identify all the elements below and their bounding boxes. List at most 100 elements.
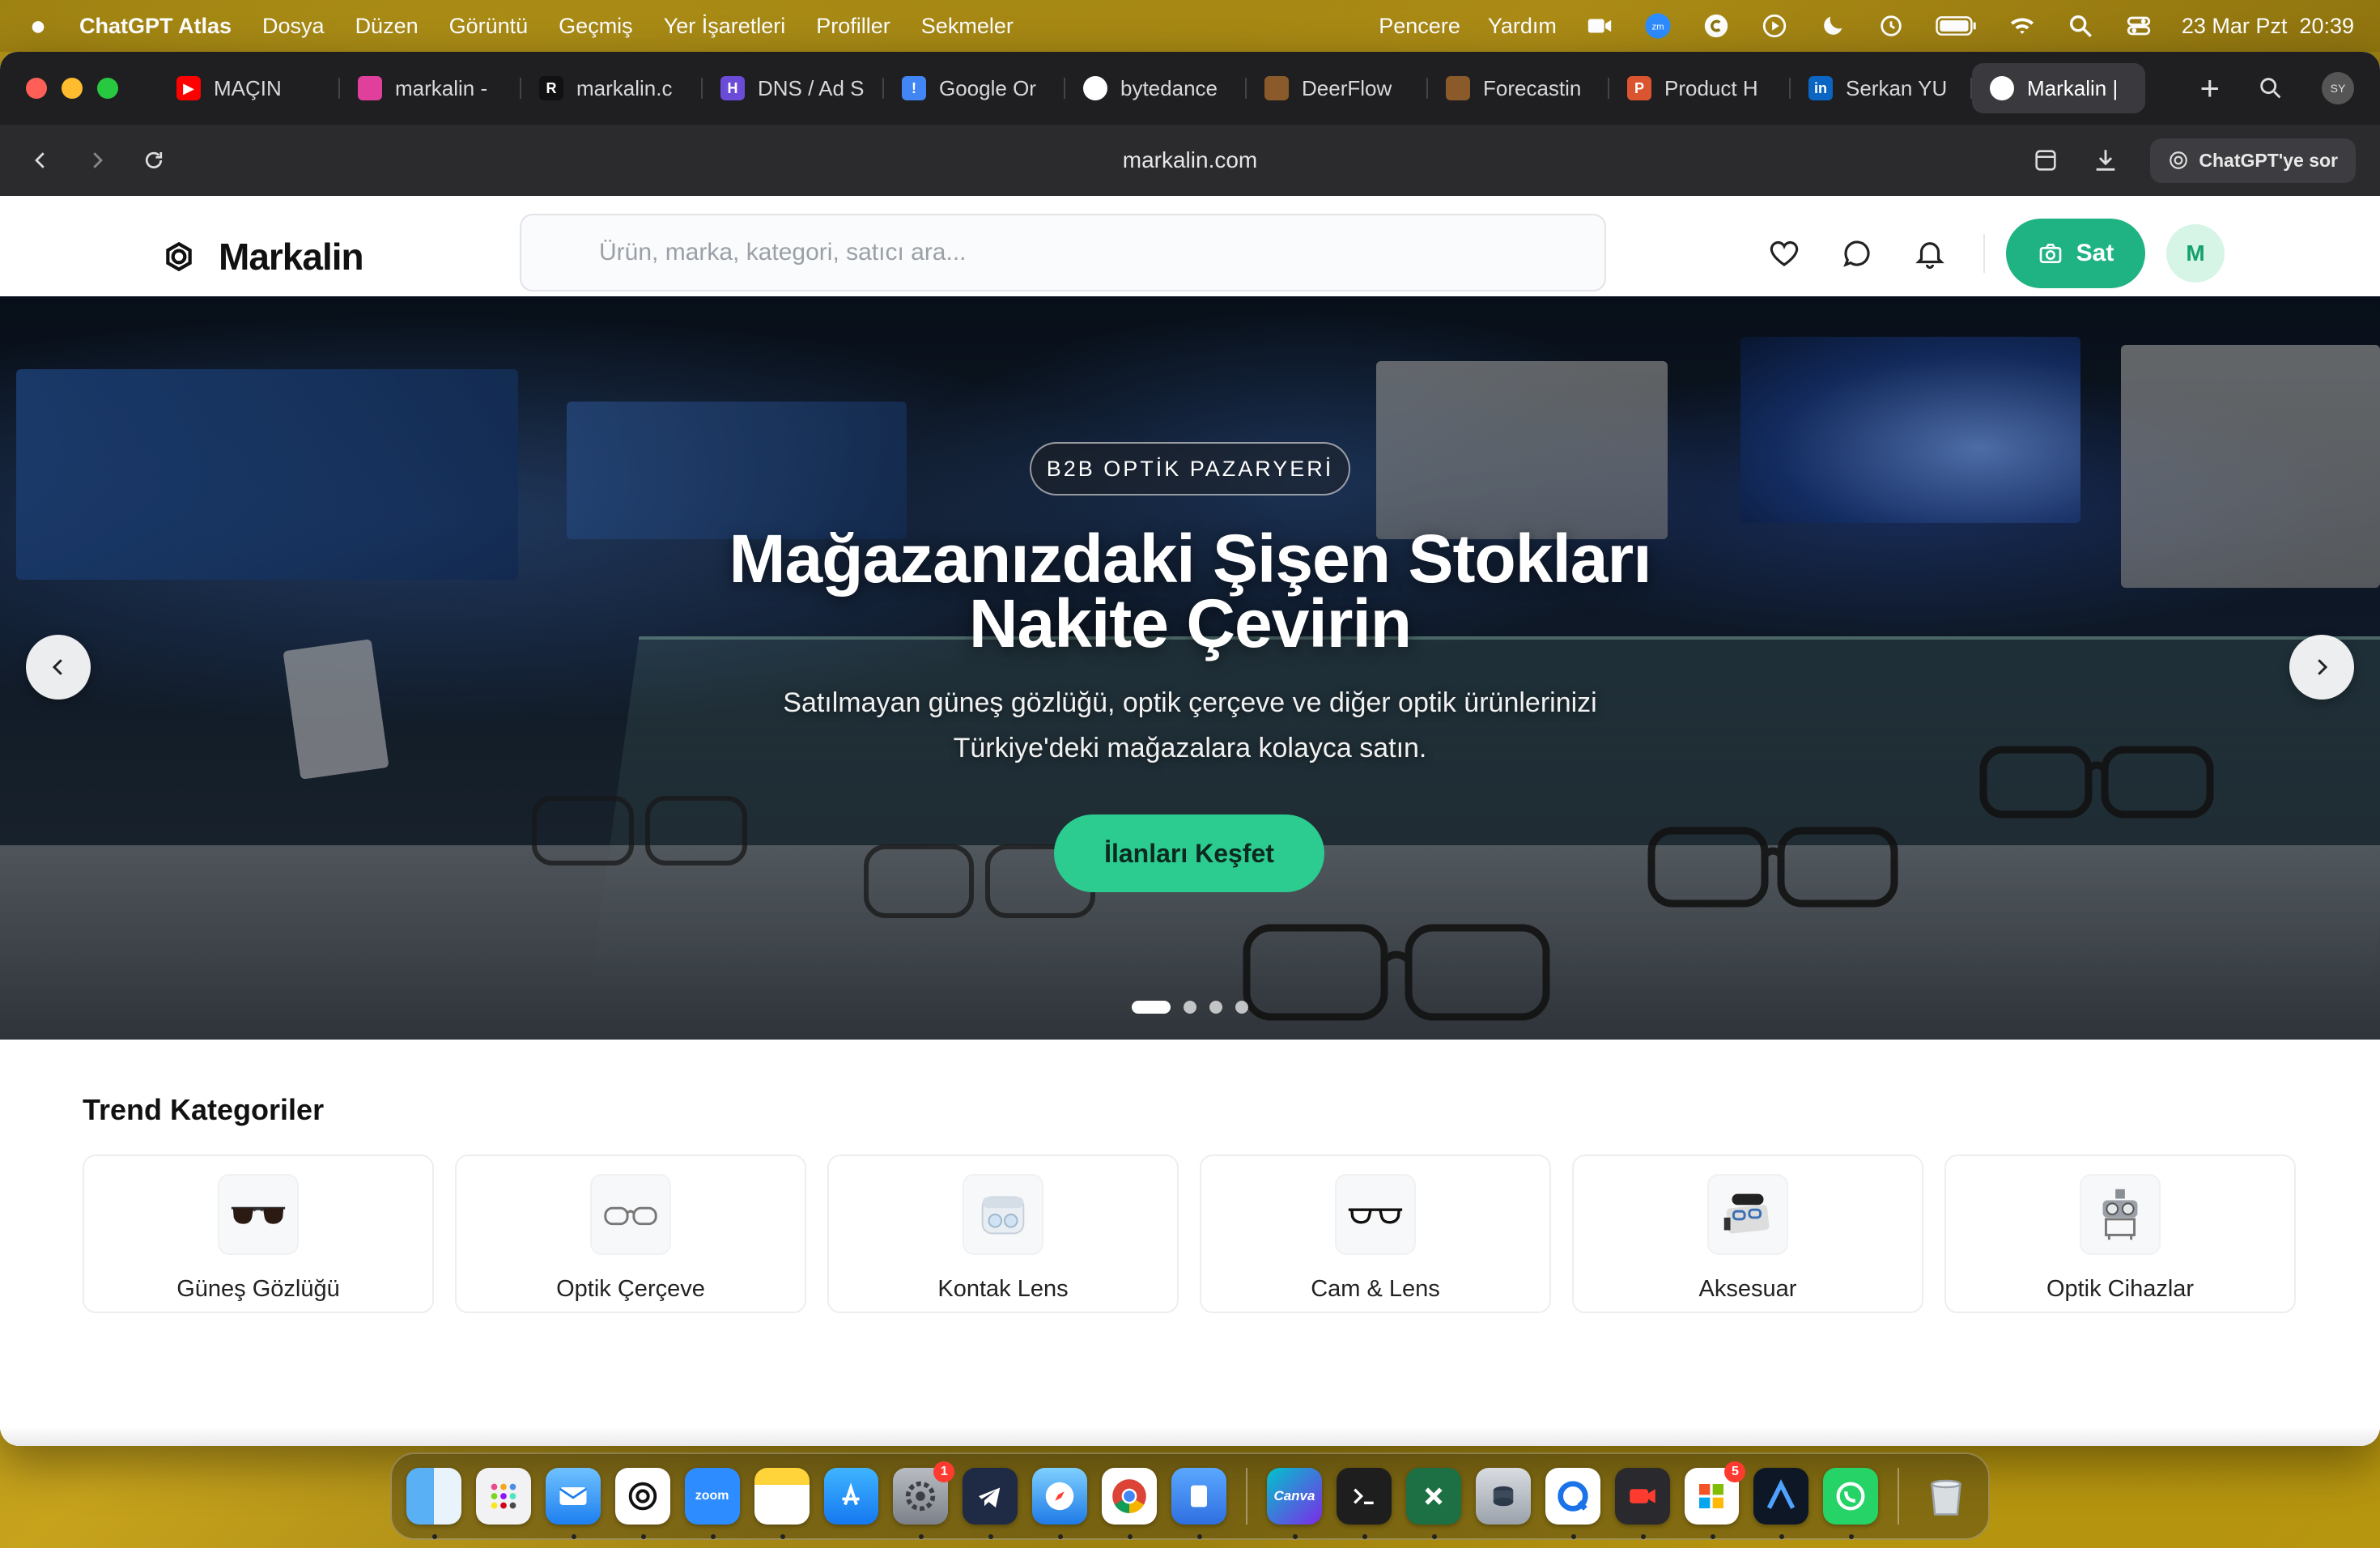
control-center-icon[interactable] xyxy=(2123,12,2154,40)
atlas-app-icon[interactable] xyxy=(1753,1468,1809,1539)
menu-goruntu[interactable]: Görüntü xyxy=(449,14,529,39)
tab-label: Markalin | xyxy=(2027,75,2119,100)
safari-icon[interactable] xyxy=(1032,1468,1088,1539)
back-button[interactable] xyxy=(24,144,57,176)
category-card-optical-devices[interactable]: Optik Cihazlar xyxy=(1944,1155,2296,1313)
menu-yardim[interactable]: Yardım xyxy=(1488,14,1557,39)
wifi-icon[interactable] xyxy=(2007,12,2038,40)
moon-icon[interactable] xyxy=(1817,12,1848,40)
menu-yer-isaretleri[interactable]: Yer İşaretleri xyxy=(664,14,786,39)
hero-next-button[interactable] xyxy=(2289,635,2354,700)
category-card-contact-lens[interactable]: Kontak Lens xyxy=(827,1155,1179,1313)
download-icon[interactable] xyxy=(2090,147,2121,174)
sidebar-toggle-icon[interactable] xyxy=(2030,147,2061,174)
browser-tab[interactable]: DeerFlow xyxy=(1247,63,1428,113)
browser-tab[interactable]: Rmarkalin.c xyxy=(521,63,703,113)
video-camera-icon[interactable] xyxy=(1584,12,1615,40)
tab-search-icon[interactable] xyxy=(2255,74,2286,102)
browser-tab[interactable]: bytedance xyxy=(1065,63,1247,113)
copyright-app-icon[interactable] xyxy=(1701,12,1732,40)
telegram-icon[interactable] xyxy=(963,1468,1018,1539)
hero-prev-button[interactable] xyxy=(26,635,91,700)
tab-label: Forecastin xyxy=(1483,75,1582,100)
zoom-status-icon[interactable]: zm xyxy=(1643,12,1673,40)
quick-share-icon[interactable] xyxy=(1545,1468,1600,1539)
hero-pagination xyxy=(1132,1001,1248,1014)
browser-tab[interactable]: H DNS / Ad S xyxy=(703,63,884,113)
user-avatar[interactable]: M xyxy=(2166,224,2225,283)
profile-avatar[interactable]: SY xyxy=(2322,72,2354,104)
menu-pencere[interactable]: Pencere xyxy=(1379,14,1460,39)
explore-listings-button[interactable]: İlanları Keşfet xyxy=(1054,814,1324,892)
preview-icon[interactable] xyxy=(1171,1468,1227,1539)
microsoft-office-icon[interactable]: 5 xyxy=(1684,1461,1746,1539)
category-card-lens[interactable]: Cam & Lens xyxy=(1200,1155,1551,1313)
canva-icon[interactable]: Canva xyxy=(1267,1468,1322,1539)
heart-icon[interactable] xyxy=(1765,234,1804,273)
menu-gecmis[interactable]: Geçmiş xyxy=(559,14,633,39)
browser-tab[interactable]: markalin - xyxy=(340,63,521,113)
search-input[interactable] xyxy=(599,239,1604,266)
tab-label: markalin.c xyxy=(576,75,673,100)
category-card-sunglasses[interactable]: Güneş Gözlüğü xyxy=(83,1155,434,1313)
finder-icon[interactable] xyxy=(406,1468,461,1539)
browser-tab[interactable]: in Serkan YU xyxy=(1791,63,1972,113)
screen-recorder-icon[interactable] xyxy=(1614,1468,1670,1539)
app-store-icon[interactable] xyxy=(823,1468,879,1525)
bell-icon[interactable] xyxy=(1910,234,1949,273)
chrome-icon[interactable] xyxy=(1102,1468,1158,1539)
zoom-app-icon[interactable]: zoom xyxy=(684,1468,740,1539)
menu-dosya[interactable]: Dosya xyxy=(262,14,325,39)
browser-tab[interactable]: ! Google Or xyxy=(884,63,1065,113)
search-bar[interactable] xyxy=(520,214,1606,291)
category-label: Optik Cihazlar xyxy=(2046,1276,2195,1302)
settings-badge: 1 xyxy=(933,1461,955,1482)
hero-slide-dot[interactable] xyxy=(1235,1001,1248,1014)
macos-menu-bar: ● ChatGPT Atlas Dosya Düzen Görüntü Geçm… xyxy=(0,0,2380,52)
apple-menu-icon[interactable]: ● xyxy=(26,11,50,42)
site-logo[interactable]: Markalin xyxy=(162,235,364,279)
address-bar[interactable]: markalin.com xyxy=(1123,147,1257,173)
disk-utility-icon[interactable] xyxy=(1475,1468,1531,1525)
menu-duzen[interactable]: Düzen xyxy=(355,14,419,39)
sell-button[interactable]: Sat xyxy=(2006,219,2145,288)
close-window-button[interactable] xyxy=(26,78,47,99)
play-circle-icon[interactable] xyxy=(1759,12,1790,40)
tab-label: bytedance xyxy=(1120,75,1218,100)
notes-icon[interactable] xyxy=(754,1468,810,1539)
terminal-icon[interactable] xyxy=(1336,1468,1392,1539)
chatgpt-app-icon[interactable] xyxy=(614,1468,670,1539)
excel-icon[interactable] xyxy=(1405,1468,1461,1539)
category-card-accessory[interactable]: Aksesuar xyxy=(1572,1155,1923,1313)
mail-icon[interactable] xyxy=(545,1468,601,1539)
menu-sekmeler[interactable]: Sekmeler xyxy=(921,14,1014,39)
minimize-window-button[interactable] xyxy=(62,78,83,99)
browser-tab[interactable]: P Product H xyxy=(1609,63,1791,113)
hero-slide-dot[interactable] xyxy=(1209,1001,1222,1014)
battery-icon[interactable] xyxy=(1934,12,1979,40)
message-icon[interactable] xyxy=(1838,234,1876,273)
tab-favicon-icon xyxy=(1990,76,2014,100)
trash-icon[interactable] xyxy=(1919,1468,1974,1525)
forward-button[interactable] xyxy=(81,144,113,176)
hero-slide-dot[interactable] xyxy=(1132,1001,1171,1014)
maximize-window-button[interactable] xyxy=(97,78,118,99)
menu-clock[interactable]: 23 Mar Pzt 20:39 xyxy=(2182,14,2354,39)
tab-strip: ▶ MAÇIN markalin - Rmarkalin.c H DNS / Ad S! G… xyxy=(159,52,2180,125)
whatsapp-icon[interactable] xyxy=(1823,1468,1879,1539)
menu-app-name[interactable]: ChatGPT Atlas xyxy=(79,14,232,39)
hero-slide-dot[interactable] xyxy=(1184,1001,1196,1014)
new-tab-button[interactable]: + xyxy=(2199,69,2220,108)
launchpad-icon[interactable] xyxy=(475,1468,531,1525)
spotlight-search-icon[interactable] xyxy=(2065,12,2096,40)
time-machine-icon[interactable] xyxy=(1876,12,1906,40)
ask-chatgpt-button[interactable]: ChatGPT'ye sor xyxy=(2150,138,2356,183)
system-settings-icon[interactable]: 1 xyxy=(893,1461,955,1539)
browser-tab[interactable]: ▶ MAÇIN xyxy=(159,63,340,113)
menu-profiller[interactable]: Profiller xyxy=(816,14,890,39)
reload-button[interactable] xyxy=(138,144,170,176)
browser-tab[interactable]: Forecastin xyxy=(1428,63,1609,113)
category-card-optical-frame[interactable]: Optik Çerçeve xyxy=(455,1155,806,1313)
dock-separator xyxy=(1898,1468,1900,1525)
browser-tab[interactable]: Markalin | xyxy=(1972,63,2145,113)
